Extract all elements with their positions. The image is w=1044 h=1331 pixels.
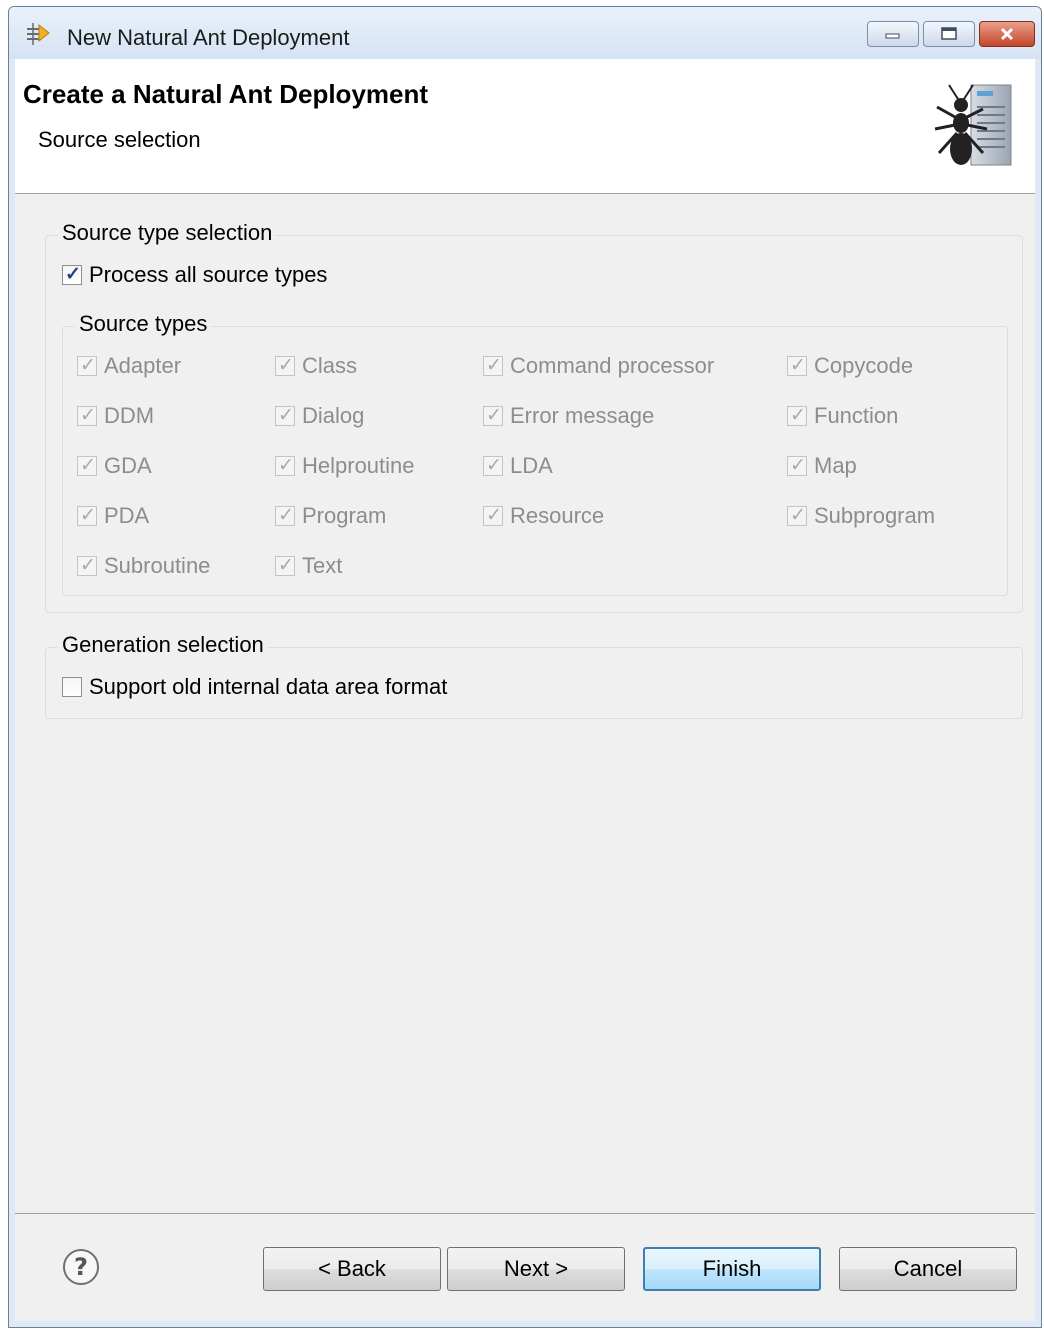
source-types-label: Source types	[75, 311, 212, 337]
checkbox-checked-icon[interactable]	[77, 504, 97, 527]
source-type-label: Error message	[510, 403, 655, 428]
svg-text:?: ?	[74, 1253, 88, 1281]
source-type-selection-label: Source type selection	[58, 220, 277, 246]
minimize-button[interactable]	[867, 21, 919, 47]
source-type-pda[interactable]: PDA	[77, 503, 149, 529]
maximize-icon	[924, 22, 974, 46]
dialog-client-area: Create a Natural Ant Deployment Source s…	[15, 59, 1035, 1321]
generation-selection-group: Generation selection Support old interna…	[45, 632, 1023, 719]
source-type-dialog[interactable]: Dialog	[275, 403, 364, 429]
cancel-button[interactable]: Cancel	[839, 1247, 1017, 1291]
finish-button-label: Finish	[702, 1256, 762, 1281]
minimize-icon	[868, 22, 918, 46]
window-title: New Natural Ant Deployment	[67, 25, 350, 50]
checkbox-checked-icon[interactable]	[787, 454, 807, 477]
source-type-command-processor[interactable]: Command processor	[483, 353, 714, 379]
maximize-button[interactable]	[923, 21, 975, 47]
deployment-arrows-icon	[27, 23, 50, 45]
title-bar[interactable]: New Natural Ant Deployment	[9, 7, 1041, 59]
checkbox-checked-icon[interactable]	[275, 404, 295, 427]
checkbox-checked-icon[interactable]	[787, 504, 807, 527]
source-type-map[interactable]: Map	[787, 453, 857, 479]
source-type-resource[interactable]: Resource	[483, 503, 604, 529]
process-all-label: Process all source types	[89, 262, 328, 287]
checkbox-checked-icon[interactable]	[483, 454, 503, 477]
source-type-label: PDA	[104, 503, 150, 528]
checkbox-checked-icon[interactable]	[787, 404, 807, 427]
checkbox-checked-icon[interactable]	[77, 454, 97, 477]
source-type-lda[interactable]: LDA	[483, 453, 553, 479]
process-all-checkbox[interactable]: Process all source types	[62, 262, 327, 288]
source-type-label: Subprogram	[814, 503, 936, 528]
checkbox-checked-icon[interactable]	[77, 354, 97, 377]
source-type-label: GDA	[104, 453, 152, 478]
source-type-label: Program	[302, 503, 387, 528]
source-type-label: Resource	[510, 503, 605, 528]
footer-separator	[15, 1213, 1035, 1214]
source-type-label: DDM	[104, 403, 155, 428]
checkbox-checked-icon[interactable]	[787, 354, 807, 377]
source-type-function[interactable]: Function	[787, 403, 898, 429]
checkbox-checked-icon[interactable]	[275, 554, 295, 577]
wizard-banner: Create a Natural Ant Deployment Source s…	[15, 59, 1035, 194]
checkbox-checked-icon[interactable]	[275, 504, 295, 527]
source-type-ddm[interactable]: DDM	[77, 403, 154, 429]
support-old-format-checkbox[interactable]: Support old internal data area format	[62, 674, 447, 700]
source-type-gda[interactable]: GDA	[77, 453, 152, 479]
page-subtitle: Source selection	[38, 127, 201, 152]
source-type-label: Helproutine	[302, 453, 415, 478]
source-type-label: Dialog	[302, 403, 365, 428]
cancel-button-label: Cancel	[893, 1256, 963, 1281]
checkbox-checked-icon[interactable]	[275, 354, 295, 377]
source-type-subroutine[interactable]: Subroutine	[77, 553, 210, 579]
source-type-program[interactable]: Program	[275, 503, 386, 529]
next-button[interactable]: Next >	[447, 1247, 625, 1291]
source-type-label: Adapter	[104, 353, 182, 378]
checkbox-checked-icon[interactable]	[77, 404, 97, 427]
back-button[interactable]: < Back	[263, 1247, 441, 1291]
source-type-selection-group: Source type selection Process all source…	[45, 220, 1023, 613]
source-type-label: Subroutine	[104, 553, 211, 578]
close-icon	[980, 22, 1034, 46]
checkbox-checked-icon[interactable]	[77, 554, 97, 577]
source-type-label: LDA	[510, 453, 553, 478]
source-type-text[interactable]: Text	[275, 553, 342, 579]
close-button[interactable]	[979, 21, 1035, 47]
back-button-label: < Back	[318, 1256, 386, 1281]
source-type-label: Command processor	[510, 353, 715, 378]
checkbox-checked-icon[interactable]	[483, 404, 503, 427]
finish-button[interactable]: Finish	[643, 1247, 821, 1291]
next-button-label: Next >	[503, 1256, 569, 1281]
source-type-label: Copycode	[814, 353, 914, 378]
source-type-subprogram[interactable]: Subprogram	[787, 503, 935, 529]
support-old-format-label: Support old internal data area format	[89, 674, 448, 699]
source-types-group: Source types Adapter Class Command proce…	[62, 311, 1008, 596]
checkbox-checked-icon[interactable]	[275, 454, 295, 477]
question-mark-icon[interactable]: ?	[61, 1247, 101, 1287]
source-type-label: Function	[814, 403, 899, 428]
source-type-adapter[interactable]: Adapter	[77, 353, 181, 379]
source-type-helproutine[interactable]: Helproutine	[275, 453, 415, 479]
source-type-class[interactable]: Class	[275, 353, 357, 379]
source-type-label: Class	[302, 353, 358, 378]
source-type-label: Map	[814, 453, 857, 478]
page-title: Create a Natural Ant Deployment	[23, 79, 429, 109]
ant-server-icon	[934, 84, 1012, 166]
source-type-error-message[interactable]: Error message	[483, 403, 654, 429]
source-type-label: Text	[302, 553, 343, 578]
checkbox-checked-icon[interactable]	[483, 504, 503, 527]
checkbox-checked-icon[interactable]	[62, 263, 82, 286]
checkbox-unchecked-icon[interactable]	[62, 677, 82, 697]
checkbox-checked-icon[interactable]	[483, 354, 503, 377]
source-type-copycode[interactable]: Copycode	[787, 353, 913, 379]
generation-selection-label: Generation selection	[58, 632, 268, 658]
dialog-window: New Natural Ant Deployment Create a Natu…	[8, 6, 1042, 1328]
